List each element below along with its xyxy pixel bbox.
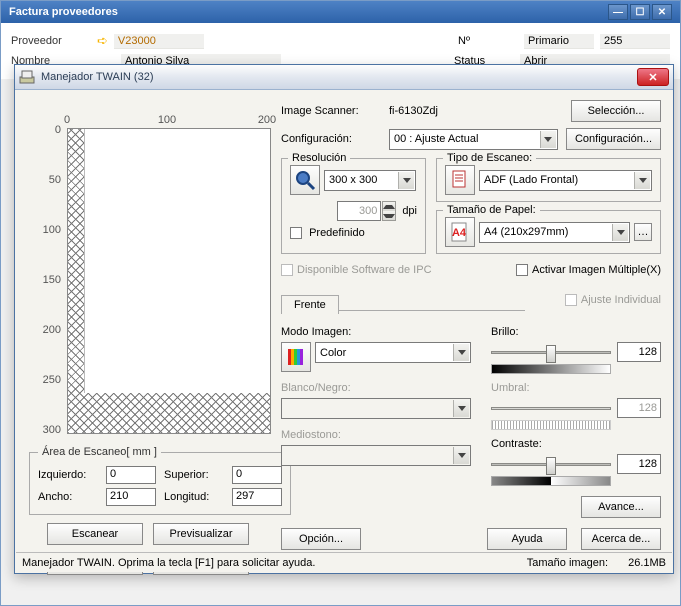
multi-label: Activar Imagen Múltiple(X)	[532, 264, 661, 276]
adf-icon	[445, 165, 475, 195]
config-label: Configuración:	[281, 133, 381, 145]
bw-label: Blanco/Negro:	[281, 382, 471, 394]
ipc-checkbox	[281, 264, 293, 276]
top-label: Superior:	[164, 469, 224, 481]
bw-combo	[281, 398, 471, 419]
scanner-icon	[19, 69, 35, 85]
minimize-button[interactable]: —	[608, 4, 628, 20]
contrast-gradient	[491, 476, 611, 486]
ipc-label: Disponible Software de IPC	[297, 264, 432, 276]
threshold-value: 128	[617, 398, 661, 418]
chevron-down-icon[interactable]	[634, 172, 650, 189]
imagemode-combo[interactable]: Color	[315, 342, 471, 363]
paper-more-button[interactable]: …	[634, 223, 652, 241]
predefined-checkbox[interactable]	[290, 227, 302, 239]
numero-kind[interactable]: Primario	[524, 34, 594, 49]
scantype-legend: Tipo de Escaneo:	[443, 152, 536, 164]
scan-area-legend: Área de Escaneo[ mm ]	[38, 446, 161, 458]
numero-value[interactable]: 255	[600, 34, 670, 49]
advance-button[interactable]: Avance...	[581, 496, 661, 518]
scan-area-group: Área de Escaneo[ mm ] Izquierdo: 0 Super…	[29, 446, 291, 515]
magnifier-icon	[290, 165, 320, 195]
window-title: Factura proveedores	[9, 6, 608, 18]
threshold-slider	[491, 398, 611, 418]
status-size-label: Tamaño imagen:	[527, 557, 608, 569]
close-button[interactable]: ✕	[652, 4, 672, 20]
left-label: Izquierdo:	[38, 469, 98, 481]
width-input[interactable]: 210	[106, 488, 156, 506]
twain-titlebar: Manejador TWAIN (32) ✕	[15, 65, 673, 90]
configuration-button[interactable]: Configuración...	[566, 128, 661, 150]
svg-text:A4: A4	[452, 227, 467, 239]
width-label: Ancho:	[38, 491, 98, 503]
chevron-down-icon[interactable]	[540, 131, 556, 148]
left-input[interactable]: 0	[106, 466, 156, 484]
a4-icon: A4	[445, 217, 475, 247]
dpi-label: dpi	[402, 205, 417, 217]
status-size-value: 26.1MB	[628, 557, 666, 569]
selection-button[interactable]: Selección...	[571, 100, 661, 122]
ruler-horizontal: 0 100 200	[67, 114, 277, 126]
preview-area: 0 100 200 0 50 100 150 200 250 300	[27, 100, 277, 440]
resolution-combo[interactable]: 300 x 300	[324, 170, 416, 191]
length-label: Longitud:	[164, 491, 224, 503]
contrast-label: Contraste:	[491, 438, 661, 450]
status-bar: Manejador TWAIN. Oprima la tecla [F1] pa…	[16, 552, 672, 572]
config-combo[interactable]: 00 : Ajuste Actual	[389, 129, 558, 150]
dpi-spinner[interactable]	[382, 201, 396, 221]
threshold-label: Umbral:	[491, 382, 661, 394]
window-titlebar: Factura proveedores — ☐ ✕	[1, 1, 680, 23]
chevron-down-icon[interactable]	[612, 224, 628, 241]
scan-button[interactable]: Escanear	[47, 523, 143, 545]
brightness-label: Brillo:	[491, 326, 661, 338]
tab-front[interactable]: Frente	[281, 295, 339, 314]
scanner-label: Image Scanner:	[281, 105, 381, 117]
brightness-value[interactable]: 128	[617, 342, 661, 362]
dpi-input[interactable]: 300	[337, 201, 381, 221]
imagemode-label: Modo Imagen:	[281, 326, 471, 338]
color-icon	[281, 342, 311, 372]
twain-title: Manejador TWAIN (32)	[41, 71, 637, 83]
multi-checkbox[interactable]	[516, 264, 528, 276]
twain-dialog: Manejador TWAIN (32) ✕ 0 100 200 0 50 10…	[14, 64, 674, 574]
twain-close-button[interactable]: ✕	[637, 68, 669, 86]
chevron-down-icon[interactable]	[453, 344, 469, 361]
predefined-label: Predefinido	[309, 227, 365, 239]
chevron-down-icon[interactable]	[398, 172, 414, 189]
scantype-combo[interactable]: ADF (Lado Frontal)	[479, 170, 652, 191]
paper-combo[interactable]: A4 (210x297mm)	[479, 222, 630, 243]
help-button[interactable]: Ayuda	[487, 528, 567, 550]
chevron-down-icon	[453, 447, 469, 464]
preview-button[interactable]: Previsualizar	[153, 523, 249, 545]
proveedor-value[interactable]: V23000	[114, 34, 204, 49]
individual-label: Ajuste Individual	[581, 294, 661, 306]
contrast-slider[interactable]	[491, 454, 611, 474]
arrow-icon: ➪	[97, 33, 108, 49]
individual-checkbox	[565, 294, 577, 306]
ruler-vertical: 0 50 100 150 200 250 300	[51, 130, 65, 440]
resolution-legend: Resolución	[288, 152, 350, 164]
chevron-down-icon	[453, 400, 469, 417]
proveedor-label: Proveedor	[11, 35, 91, 47]
brightness-gradient	[491, 364, 611, 374]
maximize-button[interactable]: ☐	[630, 4, 650, 20]
contrast-value[interactable]: 128	[617, 454, 661, 474]
threshold-gradient	[491, 420, 611, 430]
scanner-value: fi-6130Zdj	[389, 105, 563, 117]
halftone-label: Mediostono:	[281, 429, 471, 441]
preview-canvas[interactable]	[67, 128, 271, 434]
status-help-text: Manejador TWAIN. Oprima la tecla [F1] pa…	[22, 557, 315, 569]
paper-legend: Tamaño de Papel:	[443, 204, 540, 216]
numero-label: Nº	[458, 35, 518, 47]
brightness-slider[interactable]	[491, 342, 611, 362]
about-button[interactable]: Acerca de...	[581, 528, 661, 550]
option-button[interactable]: Opción...	[281, 528, 361, 550]
halftone-combo	[281, 445, 471, 466]
